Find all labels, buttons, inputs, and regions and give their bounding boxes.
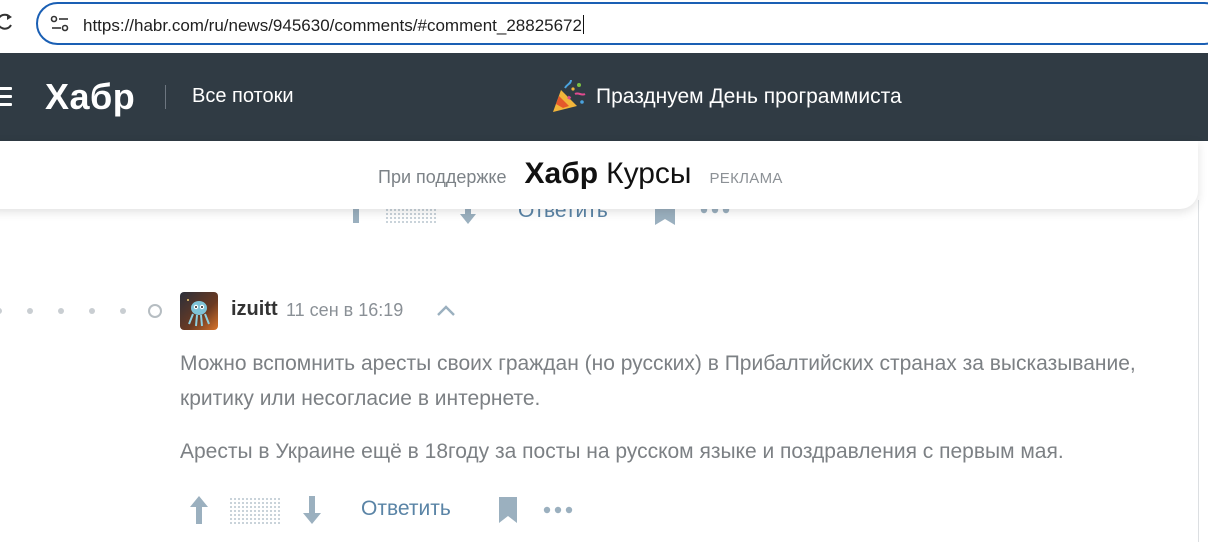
all-flows-link[interactable]: Все потоки <box>192 85 294 108</box>
more-icon[interactable] <box>543 506 573 514</box>
score-placeholder <box>230 498 280 524</box>
url-path: /ru/news/945630/comments/#comment_288256… <box>203 16 582 35</box>
header-divider <box>165 85 166 109</box>
page: https://habr.com/ru/news/945630/comments… <box>0 0 1208 542</box>
comment-paragraph: Можно вспомнить аресты своих граждан (но… <box>180 352 1136 410</box>
text-cursor <box>582 15 584 34</box>
sponsor-brand-bold[interactable]: Хабр <box>525 157 599 191</box>
upvote-icon[interactable] <box>189 496 209 524</box>
reply-link[interactable]: Ответить <box>361 497 451 521</box>
comment-actions: Ответить <box>180 492 600 528</box>
site-info-icon[interactable] <box>50 15 70 33</box>
sponsor-label: При поддержке <box>378 167 507 187</box>
sponsor-brand-regular[interactable]: Курсы <box>606 157 691 191</box>
bookmark-icon[interactable] <box>498 497 518 523</box>
menu-icon[interactable] <box>0 87 12 107</box>
url-text[interactable]: https://habr.com/ru/news/945630/comments… <box>83 15 584 36</box>
avatar[interactable] <box>180 292 218 330</box>
promo-banner[interactable]: Празднуем День программиста <box>551 80 902 114</box>
site-header: Хабр Все потоки Празднуем День программи… <box>0 53 1208 141</box>
comment-time[interactable]: 11 сен в 16:19 <box>286 300 403 321</box>
party-popper-icon <box>553 80 586 112</box>
thread-dot <box>89 308 95 314</box>
sponsor-content: При поддержке Хабр Курсы РЕКЛАМА <box>378 157 783 191</box>
reload-icon[interactable] <box>0 9 16 35</box>
thread-current-ring <box>148 304 162 318</box>
comment-paragraph: Аресты в Украине ещё в 18году за посты н… <box>180 440 1064 463</box>
thread-dot <box>0 308 2 314</box>
comment-author[interactable]: izuitt <box>231 298 278 321</box>
promo-text: Празднуем День программиста <box>596 85 902 108</box>
thread-dot <box>120 308 126 314</box>
comment-body: Можно вспомнить аресты своих граждан (но… <box>180 346 1190 487</box>
downvote-icon[interactable] <box>302 496 322 524</box>
site-logo[interactable]: Хабр <box>45 76 135 118</box>
sponsor-bar[interactable]: При поддержке Хабр Курсы РЕКЛАМА <box>0 141 1198 209</box>
chevron-up-icon[interactable] <box>436 303 456 317</box>
content-edge <box>1198 200 1199 542</box>
ad-label: РЕКЛАМА <box>709 170 783 187</box>
thread-dot <box>58 308 64 314</box>
url-host: https://habr.com <box>83 16 204 35</box>
thread-dot <box>27 308 33 314</box>
address-bar[interactable]: https://habr.com/ru/news/945630/comments… <box>36 2 1208 45</box>
browser-toolbar: https://habr.com/ru/news/945630/comments… <box>0 0 1208 53</box>
